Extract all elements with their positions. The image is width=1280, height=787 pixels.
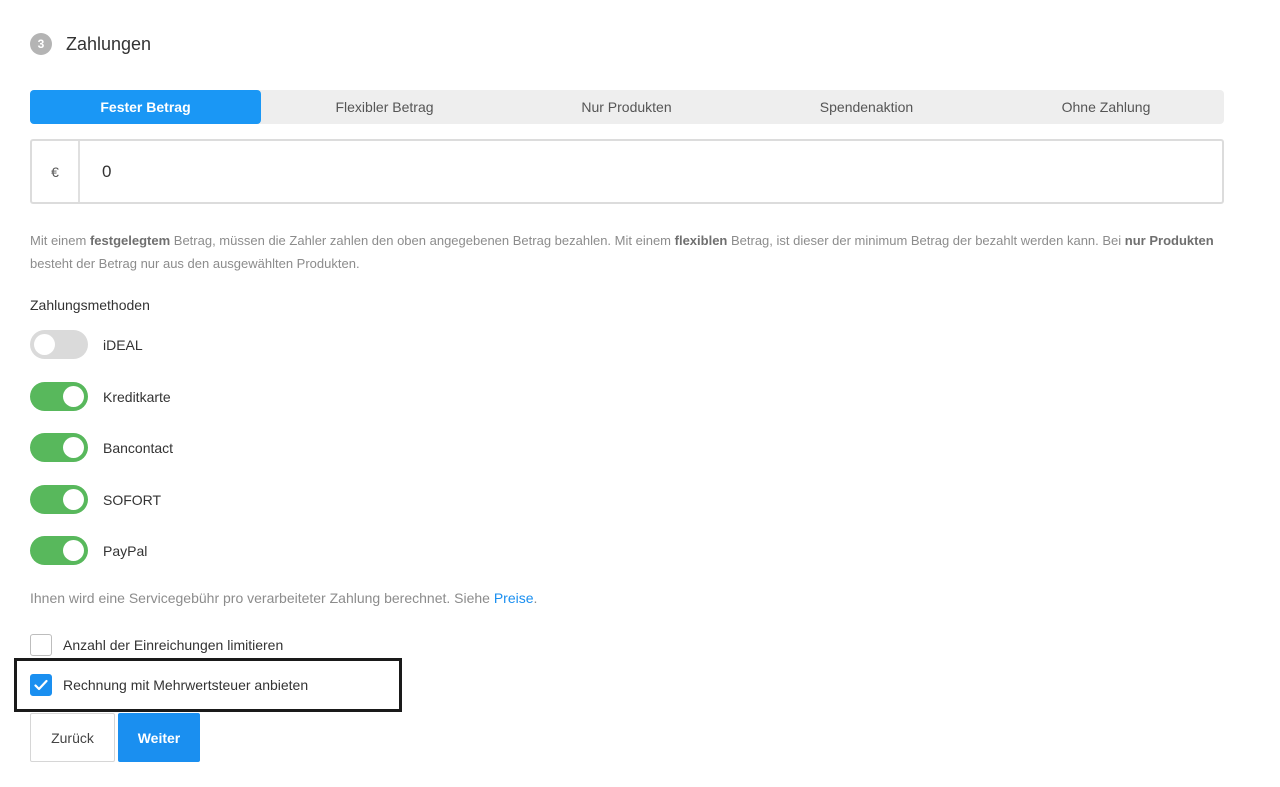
help-text-part: Betrag, müssen die Zahler zahlen den obe… — [170, 233, 675, 248]
help-text-bold: flexiblen — [674, 233, 728, 248]
back-button[interactable]: Zurück — [30, 713, 115, 762]
payment-method-ideal: iDEAL — [30, 330, 143, 359]
limit-submissions-checkbox[interactable] — [30, 634, 52, 656]
fee-suffix: . — [533, 590, 538, 606]
payment-method-name: PayPal — [103, 542, 148, 559]
step-number-badge: 3 — [30, 33, 52, 55]
toggle-knob — [34, 334, 55, 355]
creditcard-toggle[interactable] — [30, 382, 88, 411]
toggle-knob — [63, 437, 84, 458]
payment-method-creditcard: Kreditkarte — [30, 382, 171, 411]
amount-input[interactable] — [80, 141, 1222, 202]
payment-method-name: Kreditkarte — [103, 388, 171, 405]
section-title: Zahlungen — [66, 33, 152, 54]
help-text-bold: festgelegtem — [89, 233, 171, 248]
fee-text: Ihnen wird eine Servicegebühr pro verarb… — [30, 590, 494, 606]
tab-no-payment[interactable]: Ohne Zahlung — [988, 90, 1224, 124]
toggle-knob — [63, 489, 84, 510]
limit-submissions-label: Anzahl der Einreichungen limitieren — [63, 637, 284, 653]
payment-method-name: iDEAL — [103, 336, 143, 353]
limit-submissions-option: Anzahl der Einreichungen limitieren — [30, 634, 283, 656]
pricing-link[interactable]: Preise — [494, 590, 534, 606]
vat-invoice-label: Rechnung mit Mehrwertsteuer anbieten — [63, 677, 309, 693]
help-text-part: besteht der Betrag nur aus den ausgewähl… — [30, 256, 360, 271]
payment-method-paypal: PayPal — [30, 536, 147, 565]
help-text-part: Mit einem — [30, 233, 90, 248]
bancontact-toggle[interactable] — [30, 433, 88, 462]
service-fee-notice: Ihnen wird eine Servicegebühr pro verarb… — [30, 590, 537, 606]
paypal-toggle[interactable] — [30, 536, 88, 565]
ideal-toggle[interactable] — [30, 330, 88, 359]
help-text-bold: nur Produkten — [1124, 233, 1214, 248]
payment-type-help-text: Mit einem festgelegtem Betrag, müssen di… — [30, 229, 1230, 275]
tab-products-only[interactable]: Nur Produkten — [508, 90, 745, 124]
next-button[interactable]: Weiter — [118, 713, 200, 762]
vat-invoice-option: Rechnung mit Mehrwertsteuer anbieten — [30, 674, 308, 696]
tab-donation[interactable]: Spendenaktion — [745, 90, 988, 124]
payment-method-name: SOFORT — [103, 491, 162, 508]
sofort-toggle[interactable] — [30, 485, 88, 514]
payment-method-sofort: SOFORT — [30, 485, 161, 514]
checkmark-icon — [34, 679, 48, 691]
help-text-part: Betrag, ist dieser der minimum Betrag de… — [727, 233, 1125, 248]
payment-methods-label: Zahlungsmethoden — [30, 297, 150, 313]
toggle-knob — [63, 386, 84, 407]
payment-type-tabs: Fester Betrag Flexibler Betrag Nur Produ… — [30, 90, 1224, 124]
toggle-knob — [63, 540, 84, 561]
amount-field: € — [30, 139, 1224, 204]
currency-symbol: € — [32, 141, 80, 202]
section-header: 3 Zahlungen — [30, 33, 151, 55]
tab-flexible-amount[interactable]: Flexibler Betrag — [261, 90, 508, 124]
payment-method-name: Bancontact — [103, 439, 174, 456]
payment-method-bancontact: Bancontact — [30, 433, 173, 462]
tab-fixed-amount[interactable]: Fester Betrag — [30, 90, 261, 124]
vat-invoice-checkbox[interactable] — [30, 674, 52, 696]
